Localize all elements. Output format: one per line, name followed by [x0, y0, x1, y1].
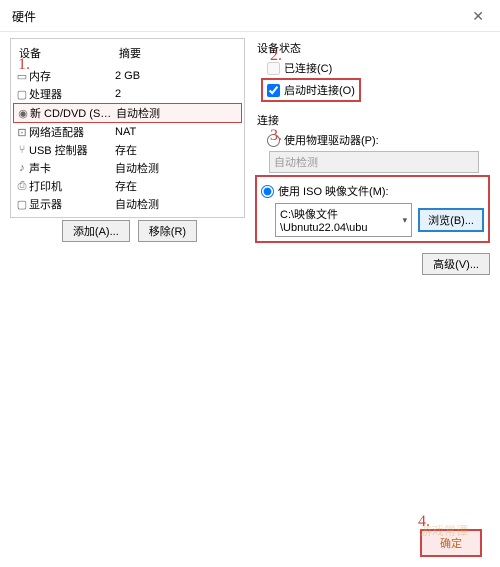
annotation-1: 1.: [18, 56, 30, 74]
device-list-panel: 设备 摘要 ▭ 内存 2 GB ▢ 处理器 2 ◉ 新 CD/DVD (SATA…: [10, 38, 245, 218]
connect-poweron-label: 启动时连接(O): [284, 82, 355, 98]
chevron-down-icon: ▾: [403, 215, 408, 226]
usb-icon: ⑂: [15, 144, 29, 156]
device-row-cpu[interactable]: ▢ 处理器 2: [13, 85, 242, 103]
annotation-2: 2.: [270, 47, 282, 65]
disc-icon: ◉: [16, 107, 30, 120]
connection-group: 连接 使用物理驱动器(P): 自动检测 使用 ISO 映像文件(M): C:\映…: [255, 112, 490, 243]
device-row-memory[interactable]: ▭ 内存 2 GB: [13, 67, 242, 85]
network-icon: ⊡: [15, 126, 29, 139]
device-row-sound[interactable]: ♪ 声卡 自动检测: [13, 159, 242, 177]
connection-title: 连接: [257, 112, 490, 128]
physical-label: 使用物理驱动器(P):: [284, 132, 379, 148]
device-row-usb[interactable]: ⑂ USB 控制器 存在: [13, 141, 242, 159]
device-status-group: 设备状态 已连接(C) 启动时连接(O): [255, 40, 490, 102]
connected-label: 已连接(C): [284, 60, 332, 76]
device-row-display[interactable]: ▢ 显示器 自动检测: [13, 195, 242, 213]
iso-path-input[interactable]: C:\映像文件\Ubnutu22.04\ubu ▾: [275, 203, 412, 237]
browse-button[interactable]: 浏览(B)...: [418, 208, 484, 232]
device-row-printer[interactable]: ⎙ 打印机 存在: [13, 177, 242, 195]
display-icon: ▢: [15, 198, 29, 211]
status-title: 设备状态: [257, 40, 490, 56]
physical-dropdown[interactable]: 自动检测: [269, 151, 479, 173]
ok-button[interactable]: 确定: [420, 529, 482, 557]
close-icon[interactable]: ✕: [464, 6, 492, 27]
header-device: 设备: [19, 45, 119, 61]
printer-icon: ⎙: [15, 180, 29, 193]
annotation-3: 3.: [270, 127, 282, 145]
add-button[interactable]: 添加(A)...: [62, 220, 130, 242]
sound-icon: ♪: [15, 162, 29, 174]
iso-label: 使用 ISO 映像文件(M):: [278, 183, 389, 199]
connect-poweron-checkbox[interactable]: [267, 84, 280, 97]
iso-radio[interactable]: [261, 185, 274, 198]
advanced-button[interactable]: 高级(V)...: [422, 253, 490, 275]
annotation-4: 4.: [418, 513, 430, 531]
header-summary: 摘要: [119, 45, 238, 61]
cpu-icon: ▢: [15, 88, 29, 101]
remove-button[interactable]: 移除(R): [138, 220, 197, 242]
window-title: 硬件: [12, 8, 36, 25]
device-row-cddvd[interactable]: ◉ 新 CD/DVD (SATA) 自动检测: [13, 103, 242, 123]
device-row-network[interactable]: ⊡ 网络适配器 NAT: [13, 123, 242, 141]
